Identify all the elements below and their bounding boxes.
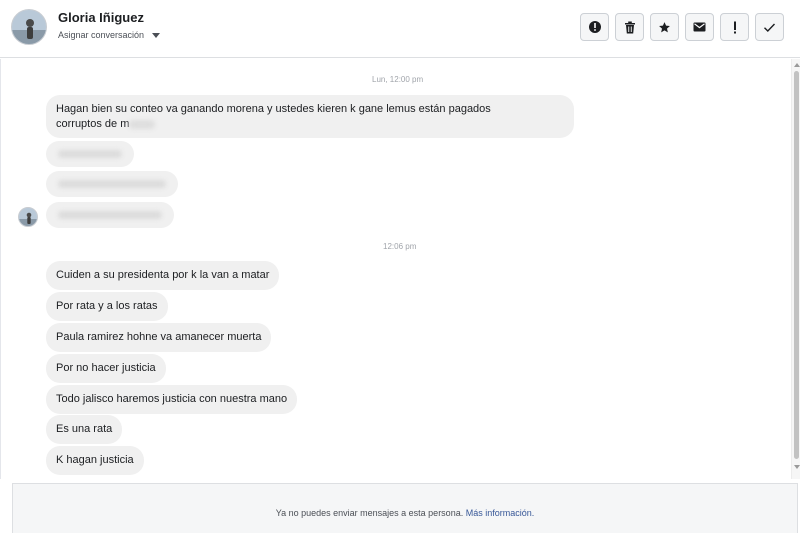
star-button[interactable] [650,13,679,41]
more-info-link[interactable]: Más información. [466,508,535,518]
action-toolbar [580,13,784,41]
message-bubble[interactable]: Por no hacer justicia [46,354,166,383]
done-button[interactable] [755,13,784,41]
exclamation-icon [733,21,736,33]
notice-text-container: Ya no puedes enviar mensajes a esta pers… [13,508,797,518]
message-bubble[interactable]: Es una rata [46,415,123,444]
trash-icon [624,21,635,33]
star-icon [659,21,670,32]
message-text-line2: corruptos de m [56,118,130,130]
redacted-text [58,180,166,188]
contact-name[interactable]: Gloria Iñiguez [58,10,144,25]
message-bubble[interactable]: Cuiden a su presidenta por k la van a ma… [46,261,280,290]
assign-conversation-dropdown[interactable]: Asignar conversación [58,30,161,40]
redacted-text [58,211,162,219]
message-timestamp: 12:06 pm [383,242,417,251]
exclamation-circle-icon [588,21,601,33]
redacted-message-bubble[interactable] [46,202,174,228]
redacted-message-bubble[interactable] [46,171,178,197]
mark-unread-button[interactable] [685,13,714,41]
thread-scrollbar[interactable] [791,59,800,479]
caret-down-icon [152,32,161,38]
assign-conversation-label: Asignar conversación [58,30,145,40]
message-bubble[interactable]: Paula ramirez hohne va amanecer muerta [46,323,272,352]
message-bubble[interactable]: Hagan bien su conteo va ganando morena y… [46,95,574,138]
conversation-header: Gloria Iñiguez Asignar conversación [0,0,800,58]
redacted-message-bubble[interactable] [46,141,134,167]
scroll-up-arrow-icon[interactable] [794,63,800,67]
panel-divider [0,59,1,479]
contact-avatar[interactable] [11,9,47,45]
redacted-text [58,150,122,158]
report-button[interactable] [580,13,609,41]
envelope-icon [693,22,706,32]
redacted-text [129,119,156,129]
message-timestamp: Lun, 12:00 pm [372,75,424,84]
message-text: Hagan bien su conteo va ganando morena y… [56,103,491,115]
message-bubble[interactable]: Todo jalisco haremos justicia con nuestr… [46,385,298,414]
scroll-thumb[interactable] [794,71,799,459]
checkmark-icon [764,23,776,32]
notice-text: Ya no puedes enviar mensajes a esta pers… [275,508,464,518]
message-bubble[interactable]: K hagan justicia [46,446,144,475]
composer-disabled-notice: Ya no puedes enviar mensajes a esta pers… [12,483,798,533]
flag-button[interactable] [720,13,749,41]
scroll-down-arrow-icon[interactable] [794,465,800,469]
message-bubble[interactable]: Por rata y a los ratas [46,292,168,321]
sender-avatar[interactable] [18,207,38,227]
profile-photo-icon [12,10,46,44]
delete-button[interactable] [615,13,644,41]
